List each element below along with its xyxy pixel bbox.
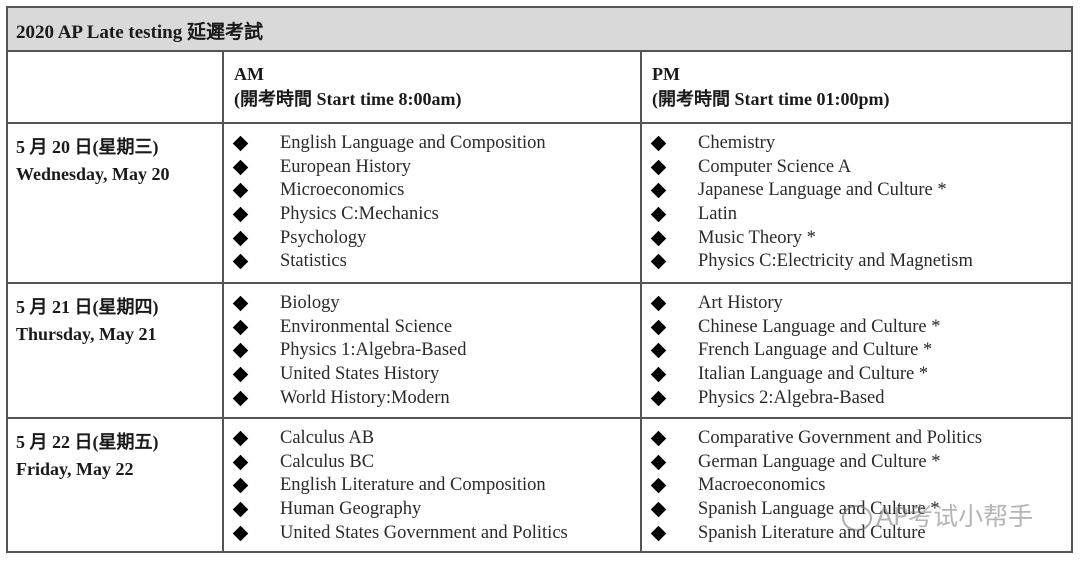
subject-name: Statistics: [280, 251, 347, 272]
subject-name: Biology: [280, 293, 340, 313]
diamond-bullet-icon: [650, 183, 667, 199]
diamond-bullet-icon: [650, 343, 667, 359]
subject-name: Calculus AB: [280, 428, 375, 448]
diamond-bullet-icon: [650, 159, 667, 175]
diamond-bullet-icon: [232, 206, 249, 223]
subject-name: Chinese Language and Culture *: [698, 316, 941, 337]
date-label: 5 月 21 日(星期四) Thursday, May 21: [16, 294, 159, 348]
table-title-row: 2020 AP Late testing 延遲考試: [8, 8, 1071, 52]
subject-name: World History:Modern: [280, 387, 450, 408]
subject-name: European History: [280, 156, 412, 177]
subject-name: Chemistry: [698, 133, 776, 153]
date-cell: 5 月 21 日(星期四) Thursday, May 21: [8, 284, 224, 417]
diamond-bullet-icon: [232, 478, 249, 494]
diamond-bullet-icon: [232, 454, 249, 470]
date-chinese: 5 月 22 日(星期五): [16, 432, 159, 452]
diamond-bullet-icon: [650, 135, 667, 152]
diamond-bullet-icon: [650, 295, 667, 312]
diamond-bullet-icon: [232, 430, 249, 447]
am-start-time: (開考時間 Start time 8:00am): [234, 89, 462, 109]
diamond-bullet-icon: [650, 525, 667, 542]
subject-name: English Language and Composition: [280, 133, 546, 153]
subject-name: Computer Science A: [698, 156, 852, 177]
subject-name: Physics 2:Algebra-Based: [698, 387, 885, 408]
subject-name: Italian Language and Culture *: [698, 364, 929, 385]
subject-name: German Language and Culture *: [698, 451, 941, 472]
watermark: AP考试小帮手: [842, 497, 1033, 533]
date-chinese: 5 月 20 日(星期三): [16, 137, 159, 157]
subject-name: Macroeconomics: [698, 475, 826, 496]
diamond-bullet-icon: [650, 254, 667, 270]
table-row: 5 月 21 日(星期四) Thursday, May 21 Biology Envi…: [8, 284, 1071, 419]
date-english: Friday, May 22: [16, 459, 134, 479]
date-cell: 5 月 22 日(星期五) Friday, May 22: [8, 419, 224, 551]
diamond-bullet-icon: [650, 430, 667, 447]
pm-label: PM: [652, 64, 680, 84]
wechat-icon: [842, 505, 872, 531]
subject-name: Latin: [698, 204, 738, 225]
diamond-bullet-icon: [232, 159, 249, 175]
table-title: 2020 AP Late testing 延遲考試: [16, 22, 263, 43]
subject-name: Music Theory *: [698, 227, 816, 248]
header-am-cell: AM (開考時間 Start time 8:00am): [224, 52, 642, 122]
subject-name: Calculus BC: [280, 451, 375, 472]
pm-subjects-cell: Chemistry Computer Science A Japanese Lang…: [642, 124, 1071, 282]
diamond-bullet-icon: [650, 390, 667, 407]
diamond-bullet-icon: [232, 501, 249, 518]
subject-name: United States History: [280, 364, 440, 385]
watermark-text: AP考试小帮手: [876, 502, 1034, 531]
diamond-bullet-icon: [232, 366, 249, 383]
diamond-bullet-icon: [232, 254, 249, 270]
date-english: Thursday, May 21: [16, 324, 157, 344]
subject-name: Comparative Government and Politics: [698, 428, 983, 448]
diamond-bullet-icon: [232, 230, 249, 247]
am-subjects-cell: Biology Environmental Science Physics 1:Al…: [224, 284, 642, 417]
table-row: 5 月 20 日(星期三) Wednesday, May 20 English La…: [8, 124, 1071, 284]
diamond-bullet-icon: [650, 230, 667, 247]
subject-name: French Language and Culture *: [698, 340, 933, 361]
diamond-bullet-icon: [650, 319, 667, 335]
diamond-bullet-icon: [232, 525, 249, 542]
date-label: 5 月 20 日(星期三) Wednesday, May 20: [16, 134, 170, 188]
subject-name: Japanese Language and Culture *: [698, 180, 947, 201]
subject-name: Physics 1:Algebra-Based: [280, 340, 467, 361]
diamond-bullet-icon: [650, 206, 667, 223]
schedule-table: 2020 AP Late testing 延遲考試 AM (開考時間 Start…: [6, 6, 1073, 553]
date-chinese: 5 月 21 日(星期四): [16, 297, 159, 317]
subject-name: English Literature and Composition: [280, 475, 546, 496]
diamond-bullet-icon: [232, 390, 249, 407]
subject-name: Physics C:Mechanics: [280, 204, 439, 225]
diamond-bullet-icon: [232, 135, 249, 152]
diamond-bullet-icon: [232, 343, 249, 359]
subject-name: United States Government and Politics: [280, 522, 568, 543]
header-pm-cell: PM (開考時間 Start time 01:00pm): [642, 52, 1071, 122]
diamond-bullet-icon: [650, 478, 667, 494]
subject-name: Psychology: [280, 227, 367, 248]
date-label: 5 月 22 日(星期五) Friday, May 22: [16, 429, 159, 483]
am-label: AM: [234, 64, 264, 84]
pm-start-time: (開考時間 Start time 01:00pm): [652, 89, 890, 109]
subject-name: Microeconomics: [280, 180, 405, 201]
diamond-bullet-icon: [232, 183, 249, 199]
subject-name: Art History: [698, 293, 783, 313]
subject-name: Human Geography: [280, 499, 422, 520]
diamond-bullet-icon: [232, 319, 249, 335]
subject-name: Environmental Science: [280, 316, 453, 337]
diamond-bullet-icon: [650, 501, 667, 518]
header-row: AM (開考時間 Start time 8:00am) PM (開考時間 Sta…: [8, 52, 1071, 124]
diamond-bullet-icon: [650, 454, 667, 470]
am-subjects-cell: English Language and Composition European…: [224, 124, 642, 282]
am-subjects-cell: Calculus AB Calculus BC English Literature…: [224, 419, 642, 551]
subject-name: Physics C:Electricity and Magnetism: [698, 251, 973, 272]
date-cell: 5 月 20 日(星期三) Wednesday, May 20: [8, 124, 224, 282]
pm-subjects-cell: Art History Chinese Language and Culture …: [642, 284, 1071, 417]
diamond-bullet-icon: [650, 366, 667, 383]
diamond-bullet-icon: [232, 295, 249, 312]
date-english: Wednesday, May 20: [16, 164, 170, 184]
header-empty-cell: [8, 52, 224, 122]
